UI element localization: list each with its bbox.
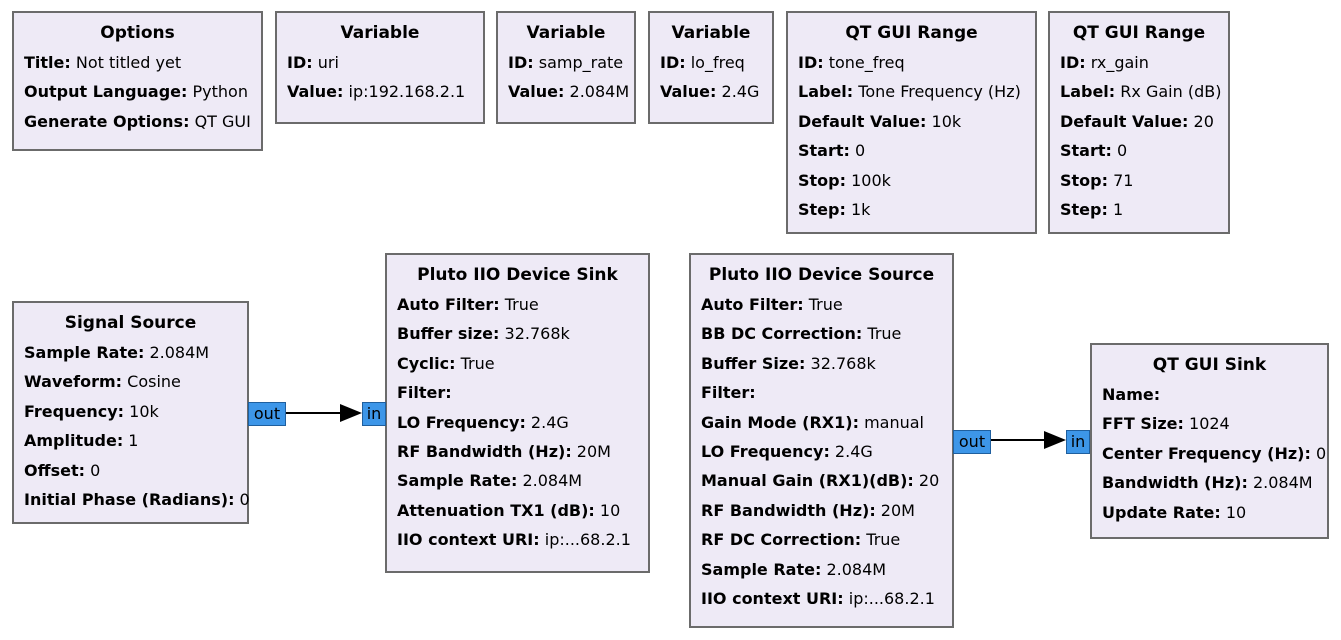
connection-wires (286, 404, 1066, 449)
wire-arrowhead-qt-sink (1044, 431, 1066, 449)
pluto-sink-in-port[interactable]: in (362, 402, 386, 426)
signal-source-out-port[interactable]: out (248, 402, 286, 426)
wire-arrowhead-pluto-sink (340, 404, 362, 422)
qt-sink-in-port[interactable]: in (1066, 430, 1090, 454)
pluto-source-out-port[interactable]: out (953, 430, 991, 454)
